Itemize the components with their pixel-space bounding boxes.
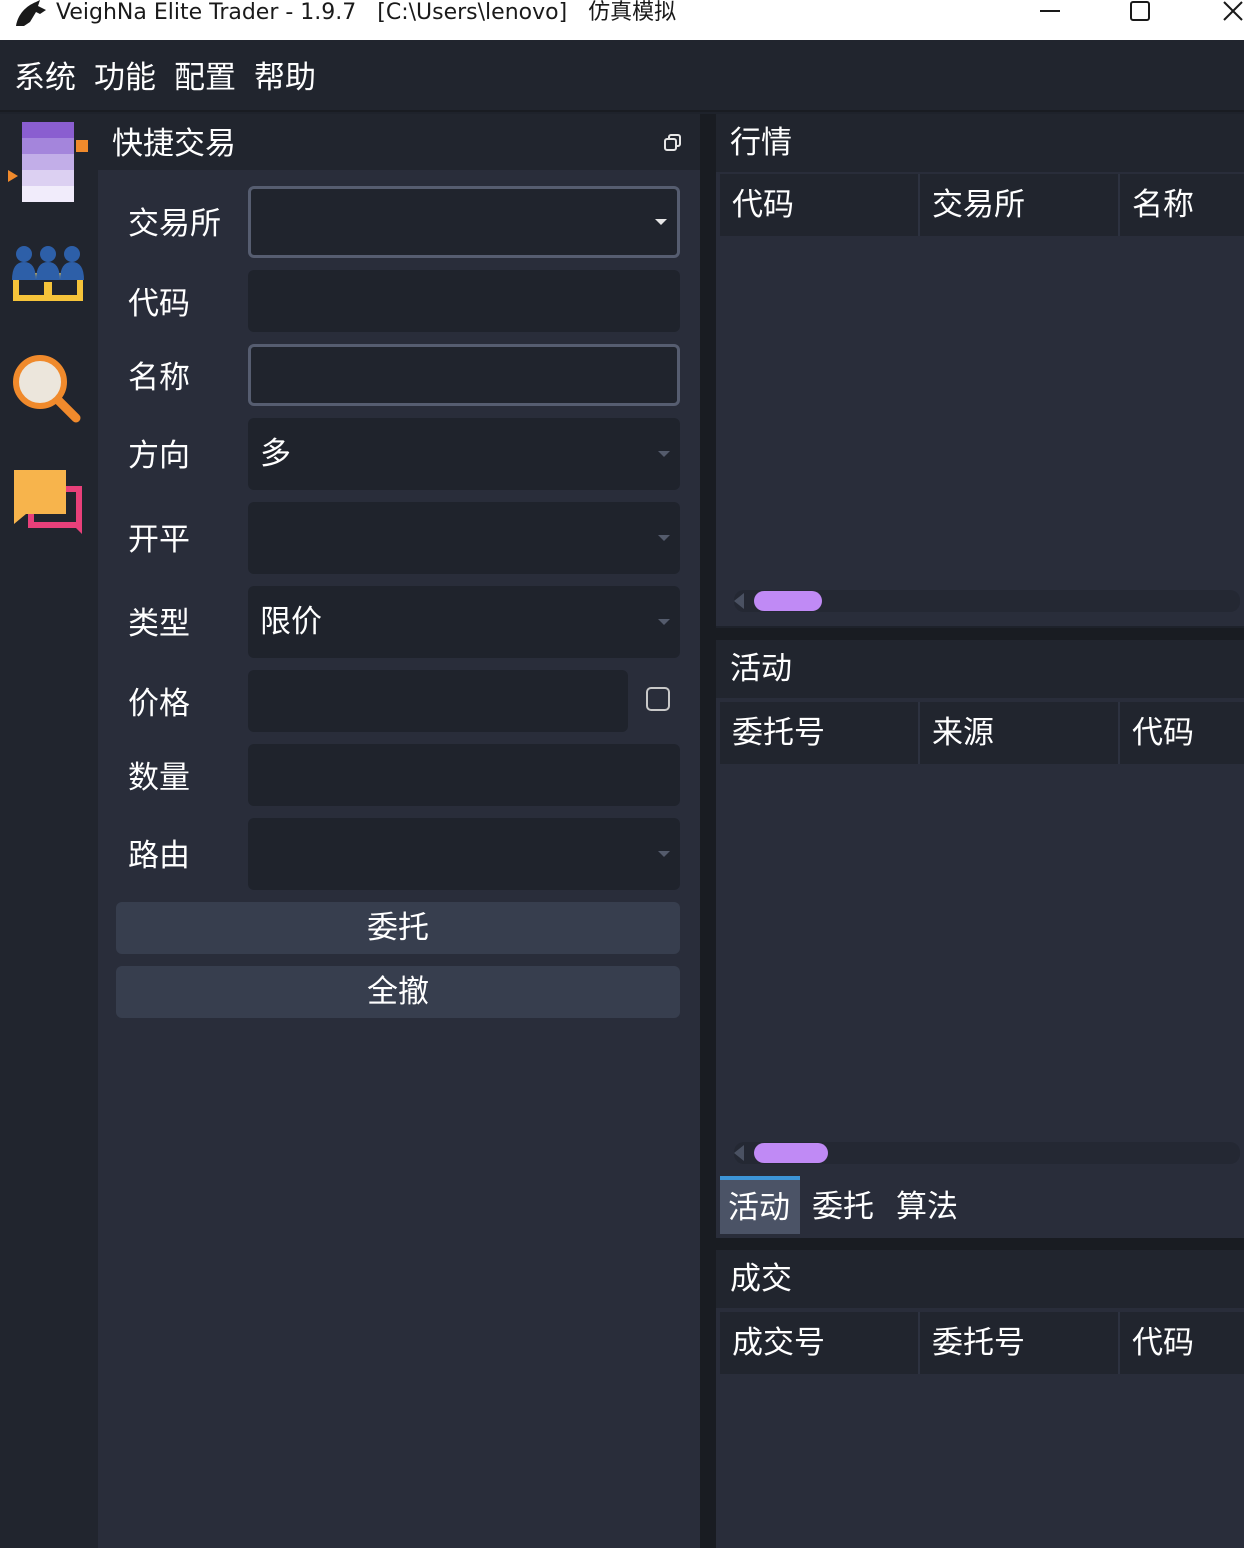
column-header[interactable]: 代码 xyxy=(720,174,920,236)
chat-app-icon[interactable] xyxy=(6,456,90,546)
symbol-label: 代码 xyxy=(128,286,190,322)
dock-splitter[interactable] xyxy=(700,114,716,1548)
active-pane-header: 活动 xyxy=(716,640,1244,698)
active-hscroll[interactable] xyxy=(734,1142,1240,1164)
order-type-combo[interactable]: 限价 xyxy=(248,586,680,658)
price-label: 价格 xyxy=(128,686,190,722)
exchange-label: 交易所 xyxy=(128,206,221,242)
menu-config[interactable]: 配置 xyxy=(174,58,236,98)
app-logo-icon xyxy=(16,0,46,26)
offset-label: 开平 xyxy=(128,522,190,558)
stack-app-icon[interactable] xyxy=(6,120,90,210)
market-pane: 行情 代码 交易所 名称 xyxy=(716,114,1244,626)
price-checkbox[interactable] xyxy=(646,687,670,711)
chevron-down-icon xyxy=(658,535,670,541)
route-combo[interactable] xyxy=(248,818,680,890)
order-type-value: 限价 xyxy=(260,604,322,640)
quick-trade-dock: 快捷交易 交易所 代码 名称 方向 多 开平 类型 限价 价格 数量 路由 委托… xyxy=(98,114,700,1548)
window-title: VeighNa Elite Trader - 1.9.7 [C:\Users\l… xyxy=(56,0,677,25)
scroll-thumb[interactable] xyxy=(754,1143,828,1163)
market-title: 行情 xyxy=(730,125,792,161)
direction-combo[interactable]: 多 xyxy=(248,418,680,490)
menu-function[interactable]: 功能 xyxy=(94,58,156,98)
maximize-icon[interactable] xyxy=(1115,0,1165,30)
trades-title: 成交 xyxy=(730,1261,792,1297)
cancel-all-button[interactable]: 全撤 xyxy=(116,966,680,1018)
route-label: 路由 xyxy=(128,838,190,874)
menu-help[interactable]: 帮助 xyxy=(254,58,316,98)
dock-title: 快捷交易 xyxy=(112,126,236,162)
chevron-down-icon xyxy=(655,219,667,225)
type-label: 类型 xyxy=(128,606,190,642)
volume-input[interactable] xyxy=(248,744,680,806)
title-bar: VeighNa Elite Trader - 1.9.7 [C:\Users\l… xyxy=(0,0,1244,40)
column-header[interactable]: 交易所 xyxy=(920,174,1120,236)
app-toolbar xyxy=(0,114,98,1548)
chevron-down-icon xyxy=(658,619,670,625)
close-icon[interactable] xyxy=(1208,0,1244,30)
pane-splitter[interactable] xyxy=(716,1238,1244,1250)
tab-active[interactable]: 活动 xyxy=(720,1176,800,1234)
column-header[interactable]: 名称 xyxy=(1120,174,1244,236)
market-table-header: 代码 交易所 名称 xyxy=(720,174,1244,236)
send-order-button[interactable]: 委托 xyxy=(116,902,680,954)
float-icon[interactable] xyxy=(664,134,682,152)
market-hscroll[interactable] xyxy=(734,590,1240,612)
symbol-input[interactable] xyxy=(248,270,680,332)
column-header[interactable]: 来源 xyxy=(920,702,1120,764)
menu-bar: 系统 功能 配置 帮助 xyxy=(0,40,1244,112)
scroll-left-icon[interactable] xyxy=(734,1145,744,1161)
active-orders-pane: 活动 委托号 来源 代码 xyxy=(716,640,1244,1240)
team-app-icon[interactable] xyxy=(6,232,90,322)
trades-pane-header: 成交 xyxy=(716,1250,1244,1308)
column-header[interactable]: 委托号 xyxy=(720,702,920,764)
tab-algo[interactable]: 算法 xyxy=(888,1176,968,1234)
active-title: 活动 xyxy=(730,651,792,687)
minimize-icon[interactable] xyxy=(1025,0,1075,30)
dock-title-bar: 快捷交易 xyxy=(98,114,700,170)
trades-pane: 成交 成交号 委托号 代码 xyxy=(716,1250,1244,1548)
scroll-left-icon[interactable] xyxy=(734,593,744,609)
exchange-combo[interactable] xyxy=(248,186,680,258)
name-input[interactable] xyxy=(248,344,680,406)
column-header[interactable]: 成交号 xyxy=(720,1312,920,1374)
price-input[interactable] xyxy=(248,670,628,732)
column-header[interactable]: 代码 xyxy=(1120,1312,1244,1374)
pane-splitter[interactable] xyxy=(716,628,1244,640)
market-pane-header: 行情 xyxy=(716,114,1244,172)
search-app-icon[interactable] xyxy=(6,344,90,434)
direction-label: 方向 xyxy=(128,438,190,474)
menu-system[interactable]: 系统 xyxy=(14,58,76,98)
chevron-down-icon xyxy=(658,451,670,457)
name-label: 名称 xyxy=(128,360,190,396)
column-header[interactable]: 代码 xyxy=(1120,702,1244,764)
tab-orders[interactable]: 委托 xyxy=(804,1176,884,1234)
trades-table-header: 成交号 委托号 代码 xyxy=(720,1312,1244,1374)
scroll-thumb[interactable] xyxy=(754,591,822,611)
column-header[interactable]: 委托号 xyxy=(920,1312,1120,1374)
volume-label: 数量 xyxy=(128,760,190,796)
direction-value: 多 xyxy=(260,436,291,472)
offset-combo[interactable] xyxy=(248,502,680,574)
active-table-header: 委托号 来源 代码 xyxy=(720,702,1244,764)
chevron-down-icon xyxy=(658,851,670,857)
